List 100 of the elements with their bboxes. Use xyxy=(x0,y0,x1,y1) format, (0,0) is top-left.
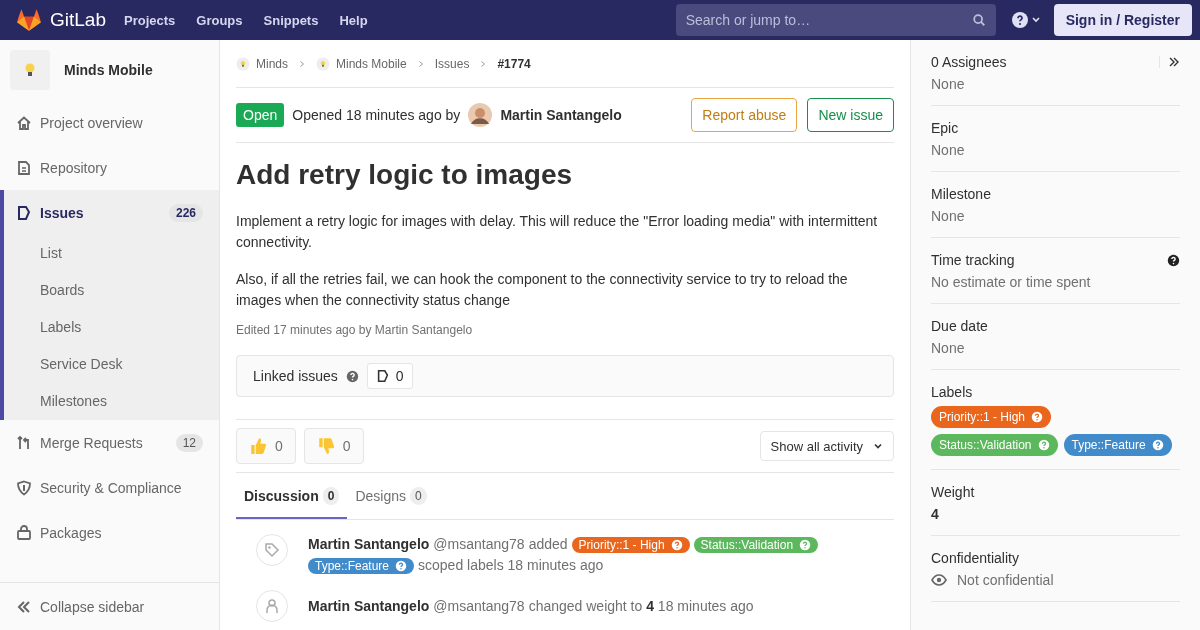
sidebar-subitem[interactable]: Boards xyxy=(0,272,219,309)
activity-text: scoped labels 18 minutes ago xyxy=(418,556,604,575)
nav-link[interactable]: Projects xyxy=(124,12,176,28)
sidebar-block-value: None xyxy=(931,208,966,224)
breadcrumb-link[interactable]: Issues xyxy=(434,56,470,71)
opened-text: Opened 18 minutes ago by xyxy=(292,107,461,123)
sidebar-block-title: Epic xyxy=(931,120,959,136)
award-emoji-button[interactable]: 0 xyxy=(236,428,296,464)
document-icon xyxy=(16,159,32,176)
help-icon xyxy=(1167,253,1180,267)
linked-issues-count[interactable]: 0 xyxy=(366,363,413,389)
nav-link[interactable]: Snippets xyxy=(263,12,319,28)
sidebar-block-value: No estimate or time spent xyxy=(931,274,1092,290)
help-icon xyxy=(1031,411,1044,423)
chevron-right-icon xyxy=(298,59,306,68)
sidebar-block-value: 4 xyxy=(931,506,940,522)
tab[interactable]: Discussion 0 xyxy=(236,473,348,519)
author-link[interactable]: Martin Santangelo xyxy=(500,107,622,123)
sidebar-item[interactable]: Issues 226 xyxy=(0,190,219,235)
tab[interactable]: Designs 0 xyxy=(347,473,435,519)
sidebar-block-value: Not confidential xyxy=(957,572,1054,588)
help-dropdown-button[interactable] xyxy=(1011,12,1042,28)
activity-filter-dropdown[interactable]: Show all activity xyxy=(759,431,894,461)
nav-link[interactable]: Help xyxy=(339,12,368,28)
fox-logo-icon[interactable] xyxy=(16,8,42,32)
breadcrumb-link[interactable]: #1774 xyxy=(497,56,531,71)
home-icon xyxy=(16,114,32,131)
activity-text: added xyxy=(528,535,568,554)
sidebar-block-value: None xyxy=(931,76,966,92)
sidebar-item[interactable]: Repository xyxy=(0,145,219,190)
help-icon xyxy=(1151,439,1164,451)
brand-name[interactable]: GitLab xyxy=(50,9,106,31)
eye-icon xyxy=(931,574,947,586)
scoped-label[interactable]: Priority::1 - High xyxy=(931,406,1052,428)
user-handle: @msantang78 xyxy=(433,596,525,616)
scoped-label[interactable]: Type::Feature xyxy=(1063,434,1172,456)
sidebar-block-title: Milestone xyxy=(931,186,991,202)
search-field[interactable]: Search or jump to… xyxy=(675,4,996,36)
sidebar-block-title: Time tracking xyxy=(931,252,1015,268)
expand-icon[interactable] xyxy=(1159,56,1180,68)
issue-action-button[interactable]: Report abuse xyxy=(691,98,798,132)
project-name[interactable]: Minds Mobile xyxy=(64,62,153,78)
search-icon xyxy=(971,13,986,27)
edited-note: Edited 17 minutes ago by Martin Santangelo xyxy=(236,323,474,337)
collapse-sidebar-button[interactable]: Collapse sidebar xyxy=(0,582,219,630)
thumbs-down-icon xyxy=(316,437,335,455)
issue-title: Add retry logic to images xyxy=(236,159,574,191)
tag-icon xyxy=(256,534,288,566)
avatar-icon[interactable] xyxy=(468,103,493,127)
breadcrumb-link[interactable]: Minds Mobile xyxy=(336,56,407,71)
sign-in-button[interactable]: Sign in / Register xyxy=(1053,4,1192,36)
issue-action-button[interactable]: New issue xyxy=(807,98,894,132)
sidebar-subitem[interactable]: Milestones xyxy=(0,383,219,420)
sidebar-block-title: Labels xyxy=(931,384,973,400)
sidebar-item[interactable]: Merge Requests 12 xyxy=(0,420,219,465)
author-link[interactable]: Martin Santangelo xyxy=(308,534,430,555)
count-badge: 12 xyxy=(175,433,203,452)
sidebar-block-value: None xyxy=(931,142,966,158)
status-badge: Open xyxy=(236,103,285,127)
bag-icon xyxy=(16,524,32,541)
help-icon xyxy=(345,369,359,383)
sidebar-subitem[interactable]: Labels xyxy=(0,309,219,346)
issues-icon xyxy=(16,204,32,221)
sidebar-subitem[interactable]: List xyxy=(0,235,219,272)
help-icon xyxy=(395,559,408,572)
sidebar-item[interactable]: Project overview xyxy=(0,100,219,145)
help-icon xyxy=(670,538,683,551)
project-avatar-icon xyxy=(316,56,330,71)
chevron-down-icon xyxy=(873,441,883,451)
description-paragraph: Implement a retry logic for images with delay. This will reduce the "Error loading media" with intermittent connectivity. xyxy=(236,212,879,252)
sidebar-block-title: Confidentiality xyxy=(931,550,1019,566)
sidebar-block-title: Weight xyxy=(931,484,975,500)
person-icon xyxy=(256,590,288,622)
chevron-right-icon xyxy=(416,59,425,68)
help-icon xyxy=(799,538,812,551)
sidebar-block-value: None xyxy=(931,340,966,356)
issues-icon xyxy=(375,369,390,383)
count-badge: 226 xyxy=(168,203,203,222)
activity-text: changed weight to 4 18 minutes ago xyxy=(528,596,754,616)
description-paragraph: Also, if all the retries fail, we can hook the component to the connectivity service to try to reload the images when the connectivity status change xyxy=(236,270,849,310)
thumbs-up-icon xyxy=(249,437,267,455)
sidebar-subitem[interactable]: Service Desk xyxy=(0,346,219,383)
linked-issues-title: Linked issues xyxy=(253,368,338,384)
chevron-right-icon xyxy=(479,59,488,68)
scoped-label[interactable]: Type::Feature xyxy=(308,557,415,574)
award-emoji-button[interactable]: 0 xyxy=(303,428,364,464)
breadcrumb-link[interactable]: Minds xyxy=(256,56,288,71)
merge-request-icon xyxy=(16,434,32,451)
scoped-label[interactable]: Priority::1 - High xyxy=(571,536,690,553)
double-chevron-left-icon xyxy=(16,598,32,615)
nav-link[interactable]: Groups xyxy=(196,12,243,28)
user-handle: @msantang78 xyxy=(433,535,525,554)
help-icon xyxy=(1037,439,1050,451)
project-avatar-icon xyxy=(236,56,250,71)
sidebar-block-title: Due date xyxy=(931,318,988,334)
shield-icon xyxy=(16,479,32,496)
sidebar-block-title: 0 Assignees xyxy=(931,54,1007,70)
author-link[interactable]: Martin Santangelo xyxy=(308,595,430,617)
sidebar-item[interactable]: Security & Compliance xyxy=(0,465,219,510)
sidebar-item[interactable]: Packages xyxy=(0,510,219,555)
